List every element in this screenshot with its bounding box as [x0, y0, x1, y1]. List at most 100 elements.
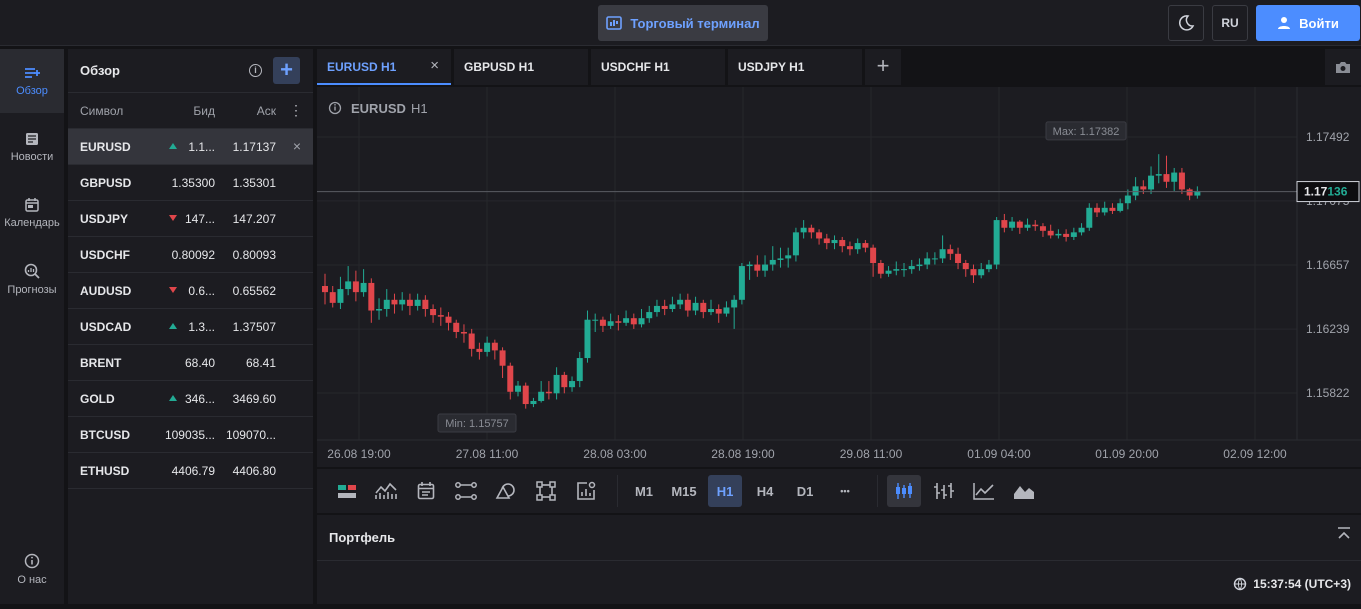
- candle: [1024, 218, 1031, 231]
- tf-more[interactable]: •••: [828, 475, 862, 507]
- watchlist-row-gold[interactable]: GOLD 346... 3469.60: [68, 381, 313, 417]
- trend-down-icon: [169, 287, 177, 293]
- portfolio-title: Портфель: [329, 530, 396, 545]
- chart-type-candles[interactable]: [887, 475, 921, 507]
- watchlist-row-gbpusd[interactable]: GBPUSD 1.35300 1.35301: [68, 165, 313, 201]
- language-button[interactable]: RU: [1212, 5, 1248, 41]
- watchlist-row-brent[interactable]: BRENT 68.40 68.41: [68, 345, 313, 381]
- watchlist-row-eurusd[interactable]: EURUSD 1.1... 1.17137 ×: [68, 129, 313, 165]
- ask-price: 1.37507: [232, 320, 276, 334]
- candle: [1132, 177, 1139, 201]
- candle: [746, 261, 753, 280]
- tf-d1[interactable]: D1: [788, 475, 822, 507]
- nav-item-forecasts[interactable]: Прогнозы: [0, 247, 64, 311]
- events-button[interactable]: [412, 477, 440, 505]
- y-tick-label: 1.15822: [1306, 386, 1350, 400]
- candle: [854, 238, 861, 254]
- bid-price: 1.35300: [171, 176, 215, 190]
- price-chart[interactable]: 1.174921.170751.166571.162391.1582226.08…: [317, 87, 1361, 467]
- nav-item-news[interactable]: Новости: [0, 115, 64, 179]
- chart-type-bars[interactable]: [927, 475, 961, 507]
- chart-canvas[interactable]: 1.174921.170751.166571.162391.1582226.08…: [317, 87, 1361, 467]
- bid-price: 0.80092: [171, 248, 215, 262]
- candle: [839, 236, 846, 253]
- watchlist-columns: Символ Бид Аск ⋮: [68, 93, 313, 129]
- area-icon: [1014, 486, 1034, 499]
- tab-usdjpy[interactable]: USDJPY H1: [728, 49, 862, 85]
- candle: [491, 339, 498, 360]
- watchlist-row-btcusd[interactable]: BTCUSD 109035... 109070...: [68, 417, 313, 453]
- candle: [831, 235, 838, 250]
- candle: [430, 304, 437, 323]
- theme-toggle-button[interactable]: [1168, 5, 1204, 41]
- tf-h4[interactable]: H4: [748, 475, 782, 507]
- ohlc-bars-icon: [934, 483, 954, 499]
- selection-tool[interactable]: [532, 477, 560, 505]
- calendar-icon: [25, 197, 39, 212]
- watchlist-row-usdchf[interactable]: USDCHF 0.80092 0.80093: [68, 237, 313, 273]
- watchlist-row-usdcad[interactable]: USDCAD 1.3... 1.37507: [68, 309, 313, 345]
- candle: [406, 293, 413, 316]
- watchlist-row-ethusd[interactable]: ETHUSD 4406.79 4406.80: [68, 453, 313, 489]
- chart-toolbar: M1 M15 H1 H4 D1 •••: [317, 469, 1361, 513]
- candle: [669, 296, 676, 313]
- column-bid: Бид: [193, 103, 215, 118]
- candle: [522, 382, 529, 409]
- frame-icon: [536, 481, 556, 501]
- add-tab-button[interactable]: +: [865, 49, 901, 85]
- chart-symbol: EURUSD: [351, 101, 406, 116]
- expand-panel-button[interactable]: [1337, 527, 1351, 544]
- bid-price: 1.1...: [188, 140, 215, 154]
- tab-eurusd[interactable]: EURUSD H1 ×: [317, 49, 451, 85]
- candle: [345, 266, 352, 296]
- candle: [545, 381, 552, 400]
- tab-usdchf[interactable]: USDCHF H1: [591, 49, 725, 85]
- nav-item-about[interactable]: О нас: [0, 529, 64, 609]
- info-icon[interactable]: i: [249, 64, 262, 77]
- max-label: Max: 1.17382: [1053, 126, 1120, 138]
- candle: [515, 381, 521, 397]
- ask-price: 0.80093: [232, 248, 276, 262]
- candle: [808, 224, 815, 239]
- candle: [1163, 155, 1170, 188]
- tf-m15[interactable]: M15: [667, 475, 701, 507]
- chart-settings-button[interactable]: [572, 477, 600, 505]
- watchlist-row-audusd[interactable]: AUDUSD 0.6... 0.65562: [68, 273, 313, 309]
- candle: [368, 278, 375, 323]
- shapes-tool[interactable]: [492, 477, 520, 505]
- remove-icon[interactable]: ×: [293, 138, 301, 154]
- candle: [638, 308, 645, 328]
- candle: [391, 293, 398, 314]
- symbol-name: AUDUSD: [80, 284, 132, 298]
- candle: [329, 286, 336, 308]
- watchlist-row-usdjpy[interactable]: USDJPY 147... 147.207: [68, 201, 313, 237]
- more-options-icon[interactable]: ⋮: [289, 102, 303, 119]
- candle: [816, 229, 823, 245]
- login-button[interactable]: Войти: [1256, 5, 1360, 41]
- candle: [1178, 167, 1185, 195]
- candle: [931, 252, 938, 265]
- nav-item-overview[interactable]: Обзор: [0, 49, 64, 113]
- x-tick-label: 01.09 04:00: [967, 447, 1031, 461]
- trendline-icon: [455, 482, 477, 500]
- symbol-name: BRENT: [80, 356, 122, 370]
- trend-up-icon: [169, 143, 177, 149]
- candle: [460, 324, 467, 343]
- chart-type-area[interactable]: [1007, 475, 1041, 507]
- tab-gbpusd[interactable]: GBPUSD H1: [454, 49, 588, 85]
- tf-m1[interactable]: M1: [627, 475, 661, 507]
- candle: [800, 220, 807, 239]
- bid-price: 109035...: [164, 428, 215, 442]
- nav-item-calendar[interactable]: Календарь: [0, 181, 64, 245]
- top-bar: Торговый терминал RU Войти: [0, 0, 1361, 46]
- chart-type-line[interactable]: [967, 475, 1001, 507]
- screenshot-button[interactable]: [1325, 49, 1361, 85]
- add-symbol-button[interactable]: +: [273, 57, 300, 84]
- ask-price: 4406.80: [232, 464, 276, 478]
- trading-terminal-button[interactable]: Торговый терминал: [598, 5, 768, 41]
- trendline-tool[interactable]: [452, 477, 480, 505]
- indicators-button[interactable]: [333, 477, 361, 505]
- tf-h1[interactable]: H1: [708, 475, 742, 507]
- close-icon[interactable]: ×: [430, 57, 439, 74]
- chart-indicators-button[interactable]: [372, 477, 400, 505]
